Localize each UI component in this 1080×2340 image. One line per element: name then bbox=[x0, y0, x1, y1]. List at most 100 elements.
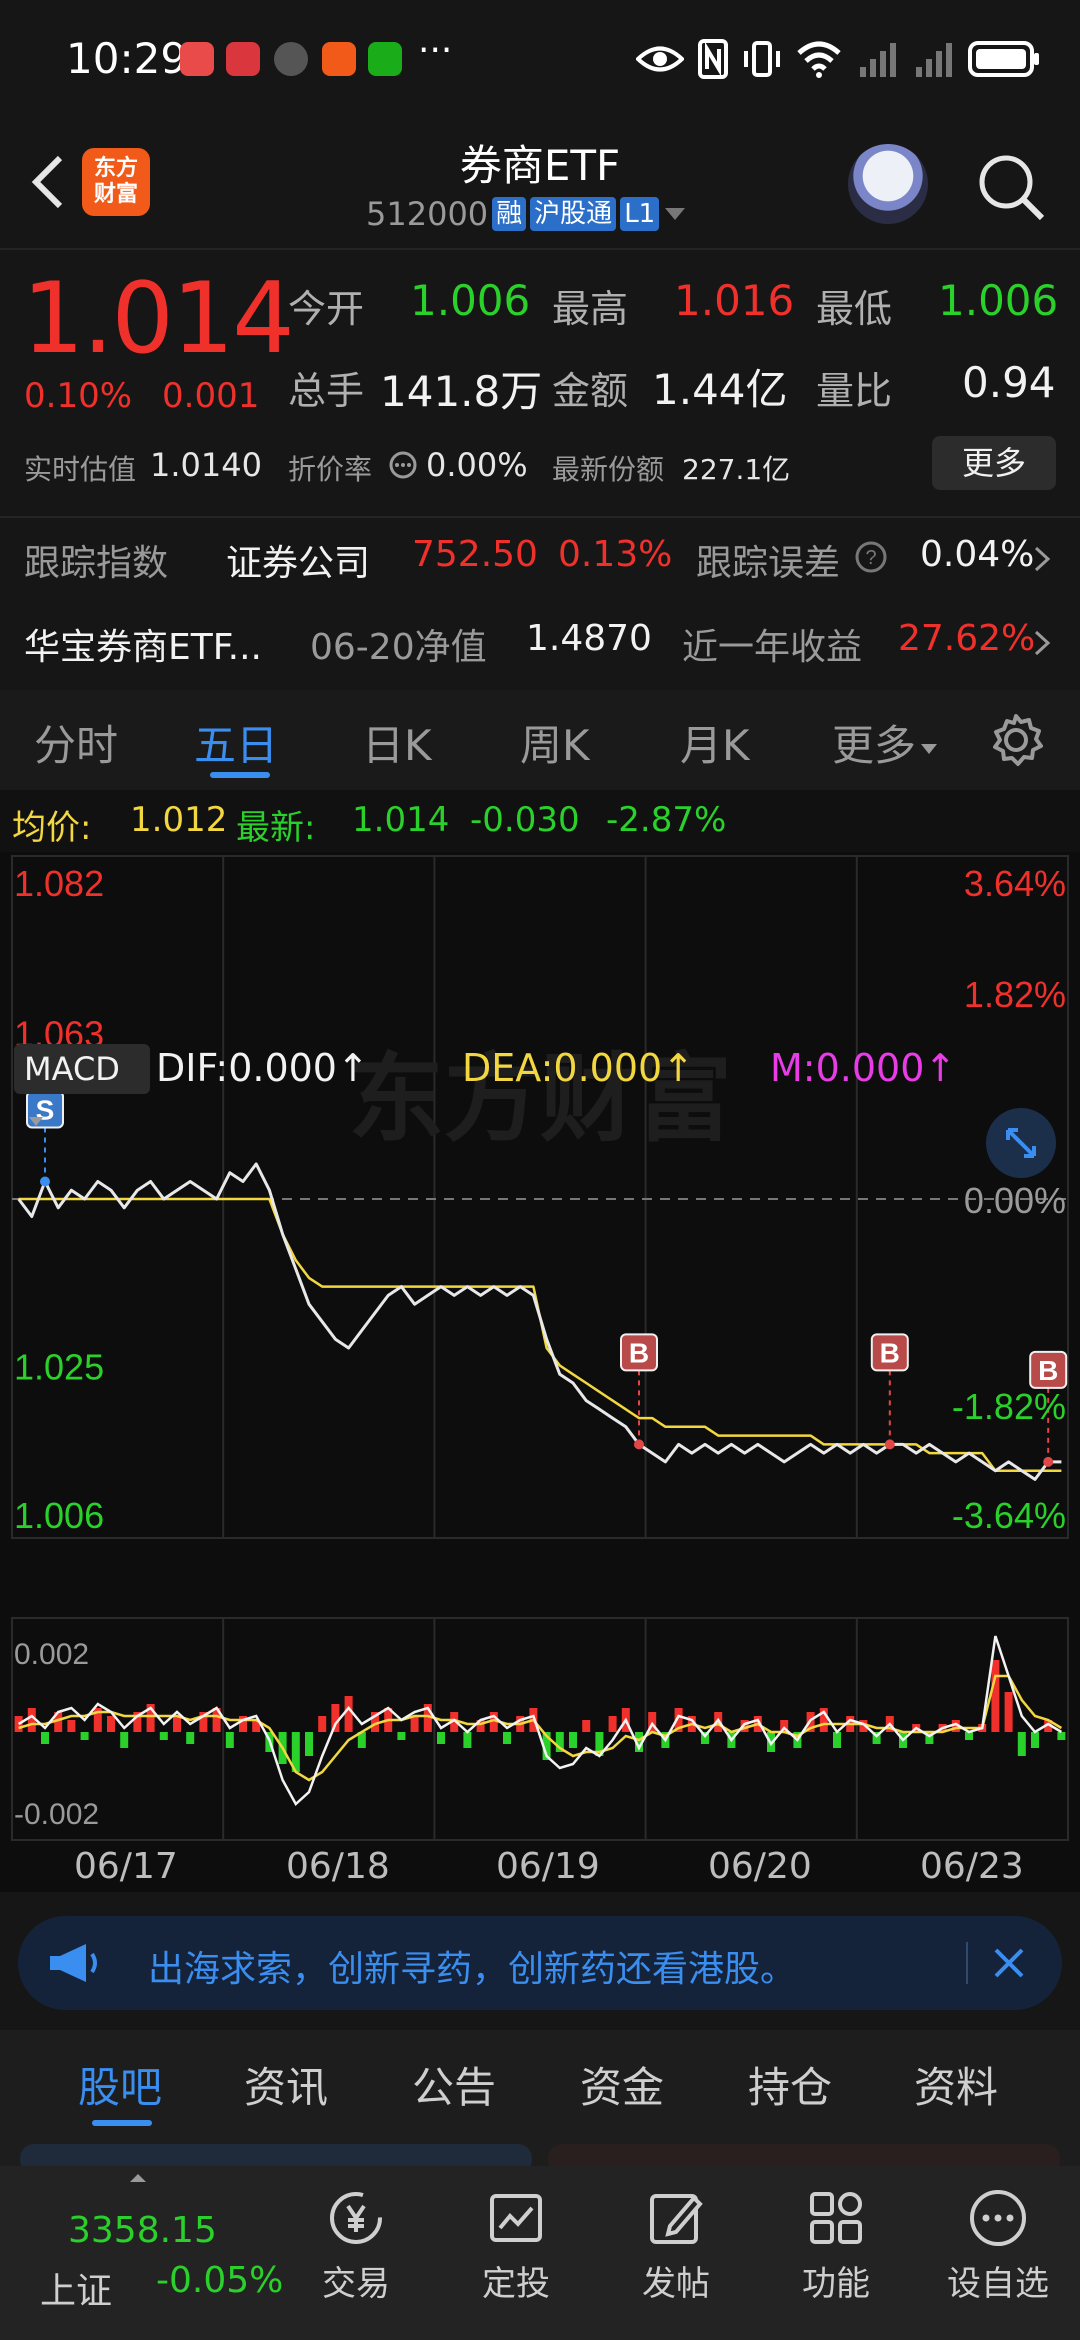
y-percent-label: -1.82% bbox=[952, 1386, 1066, 1427]
nav-value: 1.4870 bbox=[526, 618, 652, 659]
battery-icon bbox=[968, 41, 1039, 77]
tab-holdings[interactable]: 持仓 bbox=[748, 2054, 832, 2115]
tracking-error-label: 跟踪误差 bbox=[696, 543, 841, 584]
change-value: 0.001 bbox=[162, 376, 260, 416]
tracking-index-label: 跟踪指数 bbox=[24, 543, 169, 584]
ratio-label: 量比 bbox=[816, 369, 893, 413]
chevron-down-icon bbox=[665, 208, 686, 220]
tab-forum[interactable]: 股吧 bbox=[78, 2054, 162, 2115]
megaphone-icon bbox=[50, 1944, 97, 1982]
nav-post-label: 发帖 bbox=[642, 2264, 710, 2304]
tab-announcements[interactable]: 公告 bbox=[412, 2054, 496, 2115]
search-icon[interactable] bbox=[976, 152, 1046, 222]
help-icon[interactable]: ? bbox=[854, 540, 888, 574]
macd-bar bbox=[120, 1732, 129, 1748]
content-peek bbox=[0, 2130, 1080, 2174]
dea-value: 0.000 bbox=[553, 1046, 663, 1090]
index-percent: -0.05% bbox=[156, 2260, 284, 2301]
tracking-index-name: 证券公司 bbox=[226, 543, 371, 584]
level-tag: L1 bbox=[620, 197, 660, 231]
macd-bar bbox=[80, 1732, 89, 1740]
macd-bar bbox=[173, 1716, 181, 1732]
macd-bar bbox=[397, 1732, 406, 1740]
dea-arrow: ↑ bbox=[662, 1046, 695, 1090]
tab-news[interactable]: 资讯 bbox=[244, 2054, 328, 2115]
macd-bar bbox=[503, 1732, 511, 1744]
nav-add-watchlist[interactable]: 设自选 bbox=[938, 2186, 1058, 2305]
tab-more[interactable]: 更多 bbox=[832, 712, 938, 773]
tab-five-day[interactable]: 五日 bbox=[194, 712, 278, 773]
year-return-value: 27.62% bbox=[898, 618, 1036, 659]
open-label: 今开 bbox=[288, 287, 365, 331]
x-label: 06/20 bbox=[708, 1846, 812, 1887]
expand-up-icon[interactable] bbox=[128, 2172, 148, 2184]
tab-monthly-k[interactable]: 月K bbox=[680, 712, 750, 773]
connect-tag: 沪股通 bbox=[530, 197, 617, 231]
trade-marker-label: B bbox=[1038, 1355, 1058, 1386]
tab-daily-k[interactable]: 日K bbox=[362, 712, 432, 773]
tab-capital[interactable]: 资金 bbox=[580, 2054, 664, 2115]
security-code-line[interactable]: 512000 融 沪股通 L1 bbox=[366, 194, 687, 234]
tab-intraday[interactable]: 分时 bbox=[34, 712, 118, 773]
index-value[interactable]: 3358.15 bbox=[68, 2210, 217, 2251]
macd-bar bbox=[1004, 1692, 1013, 1732]
discount-value: 0.00% bbox=[426, 446, 528, 484]
chevron-right-icon bbox=[1034, 630, 1051, 656]
info-icon[interactable] bbox=[388, 450, 418, 480]
avg-price-value: 1.012 bbox=[130, 800, 228, 840]
indicator-selector[interactable]: MACD bbox=[14, 1044, 150, 1126]
grid-apps-icon bbox=[810, 2192, 862, 2244]
more-button[interactable]: 更多 bbox=[932, 436, 1056, 490]
dea-readout: DEA:0.000↑ bbox=[462, 1046, 694, 1090]
y-percent-label: 3.64% bbox=[964, 863, 1066, 904]
nav-invest-plan[interactable]: 定投 bbox=[456, 2186, 576, 2305]
high-label: 最高 bbox=[552, 287, 629, 331]
ratio-value: 0.94 bbox=[962, 358, 1056, 407]
fund-name: 华宝券商ETF... bbox=[24, 627, 262, 668]
y-percent-label: 0.00% bbox=[964, 1180, 1066, 1221]
dif-readout: DIF:0.000↑ bbox=[156, 1046, 369, 1090]
y-percent-label: 1.82% bbox=[964, 974, 1066, 1015]
close-icon[interactable] bbox=[984, 1938, 1034, 1988]
nav-invest-plan-label: 定投 bbox=[482, 2264, 550, 2304]
app-notification-icon bbox=[180, 42, 214, 76]
change-percent: 0.10% bbox=[24, 376, 133, 416]
expand-icon bbox=[1006, 1128, 1036, 1158]
macd-bar bbox=[582, 1720, 591, 1732]
tab-more-label: 更多 bbox=[832, 721, 917, 770]
y-tick-label: 1.006 bbox=[14, 1495, 104, 1536]
macd-bar bbox=[1031, 1732, 1039, 1748]
chart-area[interactable]: 东方财富 SBBB 1.082 1.063 1.025 1.006 3.64% 1.82%… bbox=[0, 852, 1080, 1892]
nav-post[interactable]: 发帖 bbox=[616, 2186, 736, 2305]
more-circle-icon bbox=[970, 2190, 1026, 2246]
nav-trade[interactable]: 交易 bbox=[296, 2186, 416, 2305]
content-tabs: 股吧 资讯 公告 资金 持仓 资料 bbox=[0, 2030, 1080, 2130]
tab-weekly-k[interactable]: 周K bbox=[520, 712, 590, 773]
macd-bar bbox=[318, 1716, 327, 1732]
fullscreen-button[interactable] bbox=[986, 1108, 1056, 1178]
divider bbox=[0, 516, 1080, 518]
x-label: 06/19 bbox=[496, 1846, 600, 1887]
nav-functions-label: 功能 bbox=[802, 2264, 870, 2304]
dif-label: DIF: bbox=[156, 1046, 229, 1090]
open-value: 1.006 bbox=[410, 276, 531, 325]
volume-value: 141.8万 bbox=[380, 367, 543, 416]
index-name: 上证 bbox=[40, 2271, 113, 2312]
m-label: M: bbox=[770, 1046, 816, 1090]
settings-gear-icon[interactable] bbox=[988, 712, 1044, 768]
promo-banner[interactable]: 出海求索，创新寻药，创新药还看港股。 bbox=[18, 1916, 1062, 2010]
chevron-right-icon bbox=[1034, 546, 1051, 572]
bottom-navigation: 3358.15 上证 -0.05% 交易 定投 发帖 功能 设自选 bbox=[0, 2166, 1080, 2340]
latest-change-percent: -2.87% bbox=[606, 800, 727, 840]
tab-profile[interactable]: 资料 bbox=[914, 2054, 998, 2115]
robot-assistant-icon[interactable] bbox=[848, 144, 928, 224]
macd-y-tick: -0.002 bbox=[14, 1798, 99, 1831]
price-chart: 东方财富 SB BB 1.0821.0631.0251.0063.64%1.82%… bbox=[11, 855, 1069, 1841]
margin-tag: 融 bbox=[492, 197, 527, 231]
trade-marker-label: B bbox=[629, 1337, 649, 1368]
trade-marker-dot bbox=[1043, 1456, 1054, 1467]
iopv-label: 实时估值 bbox=[24, 453, 137, 486]
nav-functions[interactable]: 功能 bbox=[776, 2186, 896, 2305]
signal-2-icon bbox=[916, 43, 952, 77]
macd-bar bbox=[344, 1696, 353, 1732]
